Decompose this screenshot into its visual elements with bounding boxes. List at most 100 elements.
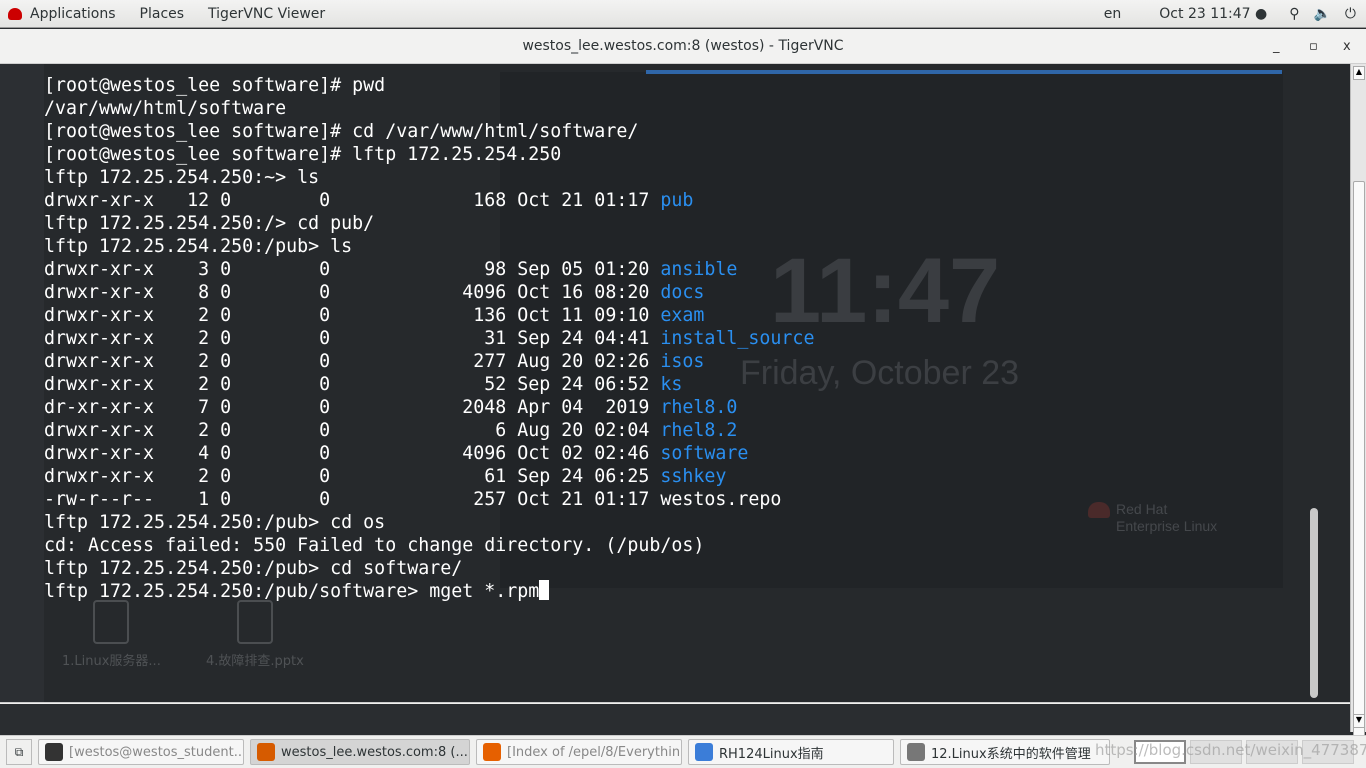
- line-text: drwxr-xr-x 2 0 0 6 Aug 20 02:04: [44, 420, 661, 441]
- terminal-line: drwxr-xr-x 2 0 0 136 Oct 11 09:10 exam: [44, 304, 814, 327]
- line-text: drwxr-xr-x 12 0 0 168 Oct 21 01:17: [44, 190, 661, 211]
- directory-name: docs: [660, 282, 705, 303]
- taskbar-item-label: [Index of /epel/8/Everythin...: [507, 744, 682, 760]
- terminal-scrollbar[interactable]: [1310, 508, 1318, 698]
- line-text: -rw-r--r-- 1 0 0 257 Oct 21 01:17: [44, 489, 661, 510]
- taskbar-item-label: westos_lee.westos.com:8 (...: [281, 744, 468, 760]
- line-text: lftp 172.25.254.250:/pub> ls: [44, 236, 353, 257]
- terminal-line: dr-xr-xr-x 7 0 0 2048 Apr 04 2019 rhel8.…: [44, 396, 814, 419]
- desktop-background: [0, 64, 44, 704]
- line-text: drwxr-xr-x 8 0 0 4096 Oct 16 08:20: [44, 282, 661, 303]
- line-text: cd: Access failed: 550 Failed to change …: [44, 535, 705, 556]
- line-text: drwxr-xr-x 4 0 0 4096 Oct 02 02:46: [44, 443, 661, 464]
- places-menu[interactable]: Places: [128, 6, 197, 22]
- line-text: [root@westos_lee software]# cd /var/www/…: [44, 121, 639, 142]
- terminal-line: drwxr-xr-x 3 0 0 98 Sep 05 01:20 ansible: [44, 258, 814, 281]
- taskbar-item-label: [westos@westos_student...: [69, 744, 244, 760]
- line-text: [root@westos_lee software]# lftp 172.25.…: [44, 144, 562, 165]
- terminal-line: lftp 172.25.254.250:/pub/software> mget …: [44, 580, 814, 603]
- line-text: lftp 172.25.254.250:/pub> cd os: [44, 512, 386, 533]
- show-desktop-icon[interactable]: ⧉: [6, 739, 32, 765]
- line-text: drwxr-xr-x 2 0 0 31 Sep 24 04:41: [44, 328, 661, 349]
- desktop-file-icon[interactable]: 4.故障排查.pptx: [206, 600, 304, 669]
- directory-name: pub: [660, 190, 694, 211]
- line-text: drwxr-xr-x 2 0 0 61 Sep 24 06:25: [44, 466, 661, 487]
- terminal-line: drwxr-xr-x 2 0 0 61 Sep 24 06:25 sshkey: [44, 465, 814, 488]
- terminal-line: drwxr-xr-x 4 0 0 4096 Oct 02 02:46 softw…: [44, 442, 814, 465]
- redhat-enterprise-logo: Red Hat Enterprise Linux: [1088, 501, 1217, 535]
- applications-menu[interactable]: Applications: [22, 6, 128, 22]
- line-text: lftp 172.25.254.250:/> cd pub/: [44, 213, 375, 234]
- language-indicator[interactable]: en: [1104, 6, 1122, 22]
- terminal-line: drwxr-xr-x 2 0 0 277 Aug 20 02:26 isos: [44, 350, 814, 373]
- directory-name: ansible: [660, 259, 738, 280]
- minimize-button[interactable]: _: [1273, 29, 1280, 64]
- redhat-logo-icon: [8, 7, 22, 20]
- terminal-line: drwxr-xr-x 8 0 0 4096 Oct 16 08:20 docs: [44, 281, 814, 304]
- directory-name: rhel8.2: [660, 420, 738, 441]
- line-text: lftp 172.25.254.250:/pub> cd software/: [44, 558, 463, 579]
- terminal-line: drwxr-xr-x 12 0 0 168 Oct 21 01:17 pub: [44, 189, 814, 212]
- top-panel: Applications Places TigerVNC Viewer en O…: [0, 0, 1366, 28]
- taskbar-item[interactable]: [westos@westos_student...: [38, 739, 244, 765]
- terminal-line: drwxr-xr-x 2 0 0 6 Aug 20 02:04 rhel8.2: [44, 419, 814, 442]
- line-text: drwxr-xr-x 3 0 0 98 Sep 05 01:20: [44, 259, 661, 280]
- accessibility-icon[interactable]: ⚲: [1289, 6, 1299, 22]
- app-menu[interactable]: TigerVNC Viewer: [196, 6, 337, 22]
- terminal-line: lftp 172.25.254.250:/pub> ls: [44, 235, 814, 258]
- directory-name: ks: [660, 374, 683, 395]
- terminal-line: -rw-r--r-- 1 0 0 257 Oct 21 01:17 westos…: [44, 488, 814, 511]
- volume-icon[interactable]: 🔈: [1313, 6, 1330, 22]
- line-text: /var/www/html/software: [44, 98, 287, 119]
- line-text: lftp 172.25.254.250:/pub/software> mget …: [44, 581, 540, 602]
- scroll-up-icon[interactable]: ▲: [1353, 66, 1365, 80]
- terminal-line: /var/www/html/software: [44, 97, 814, 120]
- terminal-line: [root@westos_lee software]# cd /var/www/…: [44, 120, 814, 143]
- taskbar-item[interactable]: 12.Linux系统中的软件管理: [900, 739, 1110, 765]
- maximize-button[interactable]: ▫: [1309, 29, 1318, 64]
- terminal-cursor: [539, 580, 550, 600]
- line-text: drwxr-xr-x 2 0 0 277 Aug 20 02:26: [44, 351, 661, 372]
- taskbar-item[interactable]: westos_lee.westos.com:8 (...: [250, 739, 470, 765]
- terminal-output[interactable]: [root@westos_lee software]# pwd/var/www/…: [44, 74, 814, 603]
- directory-name: software: [660, 443, 749, 464]
- terminal-line: lftp 172.25.254.250:/pub> cd software/: [44, 557, 814, 580]
- line-text: [root@westos_lee software]# pwd: [44, 75, 386, 96]
- line-text: drwxr-xr-x 2 0 0 52 Sep 24 06:52: [44, 374, 661, 395]
- window-titlebar: westos_lee.westos.com:8 (westos) - Tiger…: [0, 29, 1366, 64]
- terminal-line: lftp 172.25.254.250:/> cd pub/: [44, 212, 814, 235]
- scroll-down-icon[interactable]: ▼: [1353, 714, 1365, 728]
- power-icon[interactable]: ⏻: [1345, 6, 1356, 22]
- terminal-line: lftp 172.25.254.250:~> ls: [44, 166, 814, 189]
- line-text: drwxr-xr-x 2 0 0 136 Oct 11 09:10: [44, 305, 661, 326]
- scrollbar-thumb[interactable]: [1353, 181, 1365, 741]
- remote-taskbar: ⧉ ansible (1) - Virt Viewerroot@westos_l…: [0, 702, 1350, 704]
- clock[interactable]: Oct 23 11:47 ●: [1159, 6, 1267, 22]
- text-editor-icon: [907, 743, 925, 761]
- window-title: westos_lee.westos.com:8 (westos) - Tiger…: [522, 38, 844, 54]
- firefox-icon: [483, 743, 501, 761]
- terminal-icon: [45, 743, 63, 761]
- line-text: dr-xr-xr-x 7 0 0 2048 Apr 04 2019: [44, 397, 661, 418]
- vnc-vertical-scrollbar[interactable]: ▲ ▼: [1350, 64, 1366, 741]
- line-text: lftp 172.25.254.250:~> ls: [44, 167, 320, 188]
- terminal-line: [root@westos_lee software]# pwd: [44, 74, 814, 97]
- directory-name: rhel8.0: [660, 397, 738, 418]
- document-icon: [695, 743, 713, 761]
- watermark: https://blog.csdn.net/weixin_47738793: [1095, 741, 1366, 759]
- terminal-line: drwxr-xr-x 2 0 0 31 Sep 24 04:41 install…: [44, 327, 814, 350]
- directory-name: sshkey: [660, 466, 727, 487]
- taskbar-item-label: 12.Linux系统中的软件管理: [931, 746, 1091, 762]
- terminal-line: drwxr-xr-x 2 0 0 52 Sep 24 06:52 ks: [44, 373, 814, 396]
- taskbar-item[interactable]: RH124Linux指南: [688, 739, 894, 765]
- desktop-file-icon[interactable]: 1.Linux服务器...: [62, 600, 161, 669]
- close-button[interactable]: x: [1343, 29, 1351, 64]
- terminal-line: lftp 172.25.254.250:/pub> cd os: [44, 511, 814, 534]
- directory-name: install_source: [660, 328, 815, 349]
- terminal-line: [root@westos_lee software]# lftp 172.25.…: [44, 143, 814, 166]
- taskbar-item[interactable]: [Index of /epel/8/Everythin...: [476, 739, 682, 765]
- vnc-viewport[interactable]: 11:47 Friday, October 23 Red Hat Enterpri…: [0, 64, 1350, 704]
- file-name: westos.repo: [660, 489, 782, 510]
- tigervnc-icon: [257, 743, 275, 761]
- directory-name: isos: [660, 351, 705, 372]
